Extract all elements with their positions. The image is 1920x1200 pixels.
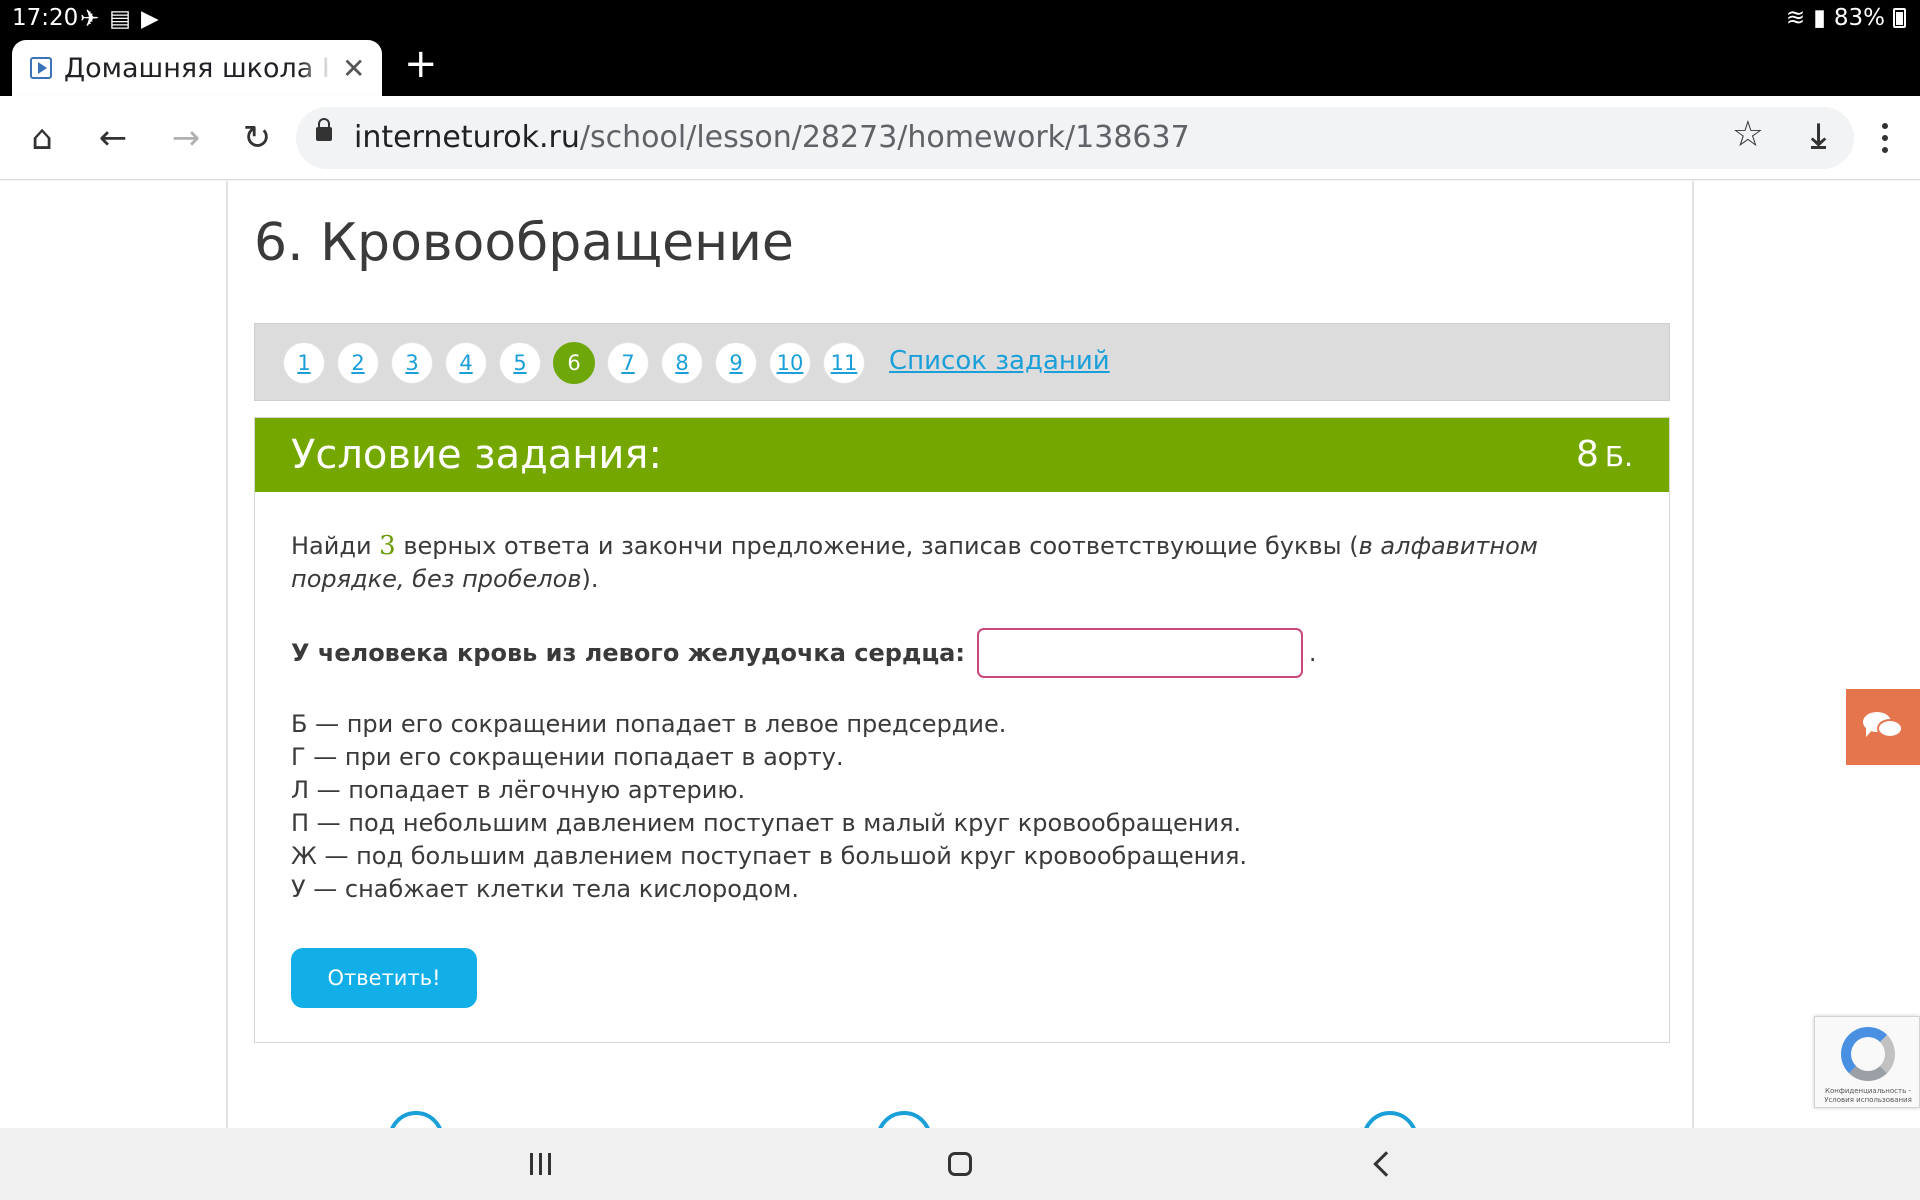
bottom-nav-circle[interactable]: [1362, 1111, 1418, 1128]
back-button[interactable]: [1352, 1140, 1412, 1188]
bottom-nav-circle[interactable]: [876, 1111, 932, 1128]
home-button[interactable]: [930, 1140, 990, 1188]
recaptcha-logo-icon: [1841, 1027, 1895, 1081]
url-text[interactable]: interneturok.ru/school/lesson/28273/home…: [354, 120, 1190, 155]
task-link-5[interactable]: 5: [499, 342, 541, 384]
download-icon[interactable]: ⤓: [1811, 116, 1826, 156]
url-host: interneturok.ru: [354, 120, 580, 155]
option-item: Л — попадает в лёгочную артерию.: [291, 776, 746, 804]
signal-icon: ▮: [1813, 5, 1826, 31]
url-path: /school/lesson/28273/homework/138637: [579, 120, 1190, 155]
home-nav-icon: [948, 1152, 972, 1176]
option-item: Б — при его сокращении попадает в левое …: [291, 710, 1007, 738]
task-points: 8 Б.: [1576, 434, 1633, 475]
system-nav-bar: [0, 1128, 1920, 1200]
option-item: П — под небольшим давлением поступает в …: [291, 809, 1242, 837]
recaptcha-text: Конфиденциальность - Условия использован…: [1824, 1087, 1912, 1104]
bottom-nav-circle[interactable]: [388, 1111, 444, 1128]
status-bar: 17:20 ✈ ▤ ▶ ≋ ▮ 83%: [0, 0, 1920, 36]
content-card: 6. Кровообращение 1 2 3 4 5 6 7 8 9 10 1…: [226, 181, 1694, 1128]
task-link-7[interactable]: 7: [607, 342, 649, 384]
submit-answer-button[interactable]: Ответить!: [291, 948, 477, 1008]
status-right: ≋ ▮ 83%: [1786, 5, 1906, 31]
instruction-mid: верных ответа и закончи предложение, зап…: [395, 532, 1359, 560]
lesson-title: 6. Кровообращение: [254, 213, 794, 273]
task-condition-title: Условие задания:: [291, 432, 662, 478]
web-page: 6. Кровообращение 1 2 3 4 5 6 7 8 9 10 1…: [0, 181, 1920, 1128]
recaptcha-badge[interactable]: Конфиденциальность - Условия использован…: [1814, 1016, 1920, 1108]
status-time: 17:20: [12, 5, 79, 31]
task-link-4[interactable]: 4: [445, 342, 487, 384]
option-item: Г — при его сокращении попадает в аорту.: [291, 743, 844, 771]
task-number-nav: 1 2 3 4 5 6 7 8 9 10 11 Список заданий: [254, 323, 1670, 401]
task-link-10[interactable]: 10: [769, 342, 811, 384]
task-points-value: 8: [1575, 434, 1599, 475]
card-icon: ▤: [109, 6, 132, 32]
wifi-icon: ≋: [1785, 5, 1806, 31]
task-link-1[interactable]: 1: [283, 342, 325, 384]
question-label: У человека кровь из левого желудочка сер…: [291, 639, 965, 667]
answer-options: Б — при его сокращении попадает в левое …: [291, 708, 1247, 906]
chat-bubbles-icon: [1863, 712, 1903, 742]
bookmark-star-icon[interactable]: ☆: [1732, 114, 1764, 155]
lock-icon: [316, 118, 332, 141]
option-item: Ж — под большим давлением поступает в бо…: [291, 842, 1248, 870]
instruction-count: 3: [379, 531, 396, 561]
close-tab-icon[interactable]: ✕: [342, 52, 365, 85]
task-instruction: Найди 3 верных ответа и закончи предложе…: [291, 530, 1621, 596]
battery-icon: [1893, 8, 1906, 28]
tab-title: Домашняя школа InternetUrok: [64, 52, 332, 84]
airplane-icon: ✈: [80, 6, 100, 32]
youtube-icon: ▶: [141, 6, 159, 32]
instruction-pre: Найди: [291, 532, 380, 560]
task-link-2[interactable]: 2: [337, 342, 379, 384]
new-tab-icon[interactable]: +: [404, 42, 438, 86]
status-notification-icons: ✈ ▤ ▶: [80, 6, 159, 32]
more-menu-icon[interactable]: [1870, 113, 1900, 163]
tab-strip: Домашняя школа InternetUrok ✕ +: [0, 36, 1920, 96]
task-points-unit: Б.: [1604, 440, 1633, 473]
recent-apps-button[interactable]: [510, 1140, 570, 1188]
recent-apps-icon: [529, 1153, 551, 1175]
task-link-6-active[interactable]: 6: [553, 342, 595, 384]
back-arrow-icon[interactable]: ←: [88, 113, 138, 163]
task-link-8[interactable]: 8: [661, 342, 703, 384]
browser-toolbar: ⌂ ← → ↻ interneturok.ru/school/lesson/28…: [0, 96, 1920, 180]
task-link-11[interactable]: 11: [823, 342, 865, 384]
address-bar[interactable]: interneturok.ru/school/lesson/28273/home…: [296, 107, 1854, 169]
instruction-post: ).: [581, 565, 599, 593]
reload-icon[interactable]: ↻: [232, 113, 282, 163]
task-box: Условие задания: 8 Б. Найди 3 верных отве…: [254, 417, 1670, 1043]
task-link-9[interactable]: 9: [715, 342, 757, 384]
question-suffix: .: [1308, 639, 1317, 667]
home-icon[interactable]: ⌂: [17, 113, 67, 163]
answer-input[interactable]: [976, 628, 1303, 678]
task-header: Условие задания: 8 Б.: [255, 418, 1669, 492]
forward-arrow-icon[interactable]: →: [161, 113, 211, 163]
task-link-3[interactable]: 3: [391, 342, 433, 384]
task-list-link[interactable]: Список заданий: [889, 346, 1110, 376]
question-row: У человека кровь из левого желудочка сер…: [291, 628, 1317, 678]
browser-tab[interactable]: Домашняя школа InternetUrok ✕: [12, 40, 382, 96]
chat-button[interactable]: [1846, 689, 1920, 765]
option-item: У — снабжает клетки тела кислородом.: [291, 875, 799, 903]
battery-percent: 83%: [1833, 5, 1885, 31]
back-nav-icon: [1373, 1151, 1399, 1177]
site-favicon-icon: [30, 57, 52, 79]
